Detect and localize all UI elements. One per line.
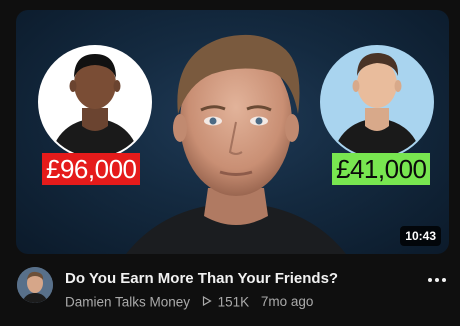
presenter-photo	[126, 34, 346, 254]
avatar-icon	[17, 267, 53, 303]
channel-name[interactable]: Damien Talks Money	[65, 294, 190, 309]
video-card[interactable]: £96,000 £41,000 10:43 Do You Earn More T…	[0, 0, 460, 326]
video-title[interactable]: Do You Earn More Than Your Friends?	[65, 270, 415, 288]
more-options-button[interactable]	[425, 268, 449, 292]
view-count: 151K	[217, 294, 250, 310]
duration-badge: 10:43	[400, 226, 441, 246]
thumbnail-artwork	[38, 34, 434, 254]
more-vert-icon	[427, 278, 448, 282]
channel-avatar[interactable]	[17, 267, 53, 303]
upload-age: 7mo ago	[260, 294, 314, 310]
right-person-illustration	[320, 45, 434, 159]
left-person-illustration	[38, 45, 152, 159]
play-triangle-icon	[202, 294, 212, 310]
video-metadata: Damien Talks Money 151K 7mo ago	[65, 294, 313, 310]
left-salary-tag: £96,000	[42, 153, 141, 185]
right-salary-tag: £41,000	[332, 153, 431, 185]
video-thumbnail[interactable]: £96,000 £41,000 10:43	[16, 10, 449, 254]
